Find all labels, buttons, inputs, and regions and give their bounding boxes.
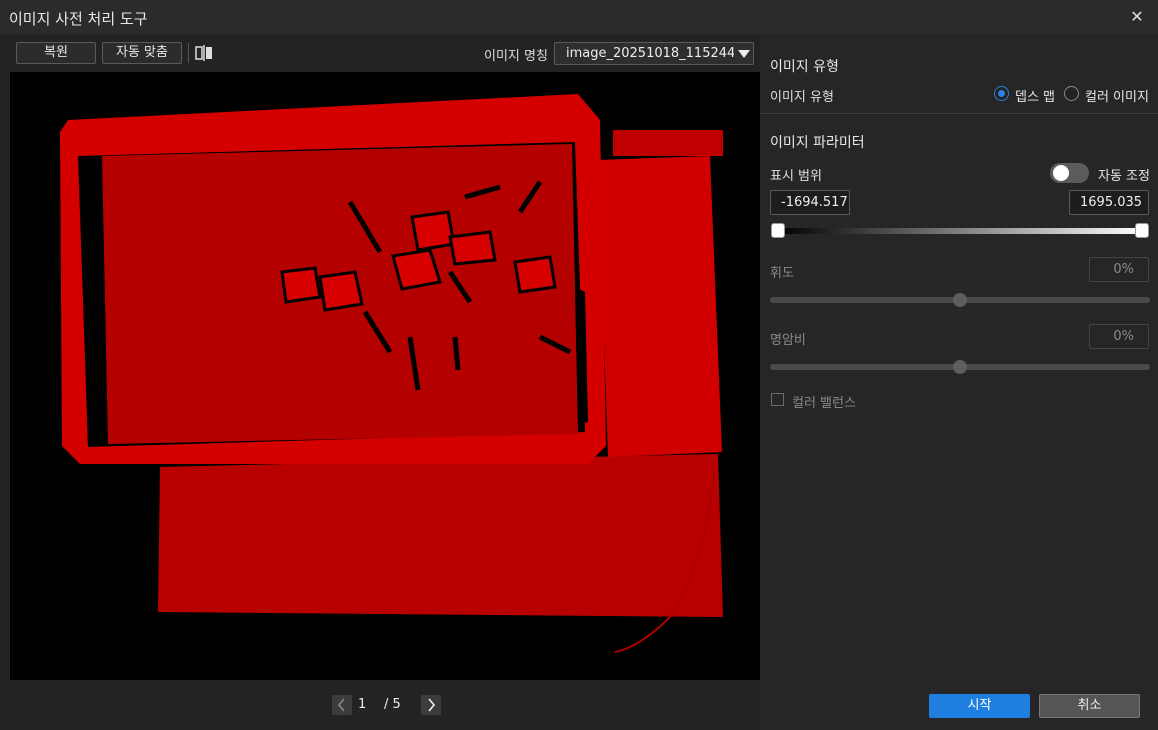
toggle-knob — [1053, 165, 1069, 181]
title-bar: 이미지 사전 처리 도구 ✕ — [0, 0, 1158, 34]
toolbar-divider — [188, 43, 189, 63]
brightness-slider-handle[interactable] — [953, 293, 967, 307]
contrast-label: 명암비 — [770, 333, 806, 348]
radio-dot — [994, 86, 1009, 101]
color-image-radio-label: 컬러 이미지 — [1085, 90, 1149, 105]
display-range-gradient — [778, 228, 1142, 234]
color-balance-label: 컬러 밸런스 — [792, 396, 856, 411]
window-title: 이미지 사전 처리 도구 — [9, 10, 148, 28]
brightness-value[interactable]: 0% — [1089, 257, 1149, 282]
restore-button[interactable]: 복원 — [16, 42, 96, 64]
split-view-icon[interactable] — [195, 44, 213, 62]
image-name-value: image_20251018_115244_598 — [566, 46, 734, 61]
depth-map-image — [10, 72, 760, 680]
range-max-input[interactable]: 1695.035 — [1069, 190, 1149, 215]
brightness-slider[interactable] — [770, 293, 1150, 307]
image-name-select[interactable]: image_20251018_115244_598 — [554, 42, 754, 65]
current-page[interactable]: 1 — [358, 697, 378, 712]
contrast-slider-handle[interactable] — [953, 360, 967, 374]
depth-map-radio-label: 뎁스 맵 — [1015, 90, 1056, 105]
auto-fit-button[interactable]: 자동 맞춤 — [102, 42, 182, 64]
radio-dot — [1064, 86, 1079, 101]
settings-pane: 이미지 유형 이미지 유형 뎁스 맵 컬러 이미지 이미지 파라미터 표시 범위… — [760, 34, 1158, 730]
range-max-handle[interactable] — [1135, 223, 1149, 238]
next-page-button[interactable] — [421, 695, 441, 715]
image-name-label: 이미지 명칭 — [484, 49, 548, 64]
contrast-slider[interactable] — [770, 360, 1150, 374]
section-divider — [760, 113, 1158, 114]
image-type-heading: 이미지 유형 — [770, 59, 839, 75]
image-viewer-pane: 복원 자동 맞춤 이미지 명칭 image_20251018_115244_59… — [0, 34, 760, 730]
previous-page-button[interactable] — [332, 695, 352, 715]
auto-adjust-label: 자동 조정 — [1098, 169, 1150, 184]
depth-map-viewer[interactable] — [10, 72, 760, 680]
contrast-value[interactable]: 0% — [1089, 324, 1149, 349]
image-params-heading: 이미지 파라미터 — [770, 135, 865, 151]
cancel-button[interactable]: 취소 — [1039, 694, 1140, 718]
chevron-down-icon — [738, 50, 750, 58]
total-pages: / 5 — [384, 697, 401, 712]
image-type-label: 이미지 유형 — [770, 90, 834, 105]
brightness-label: 휘도 — [770, 266, 794, 281]
start-button[interactable]: 시작 — [929, 694, 1030, 718]
display-range-label: 표시 범위 — [770, 169, 822, 184]
checkbox-box — [771, 393, 784, 406]
close-icon[interactable]: ✕ — [1126, 6, 1148, 28]
range-min-input[interactable]: -1694.517 — [770, 190, 850, 215]
range-min-handle[interactable] — [771, 223, 785, 238]
auto-adjust-toggle[interactable] — [1050, 163, 1089, 183]
